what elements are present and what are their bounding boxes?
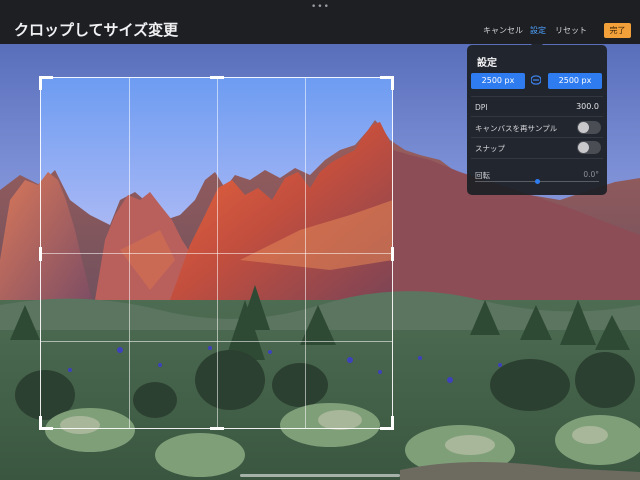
crop-edge-handle-right[interactable]	[391, 247, 394, 261]
link-aspect-icon[interactable]	[531, 74, 541, 86]
dpi-label: DPI	[475, 103, 488, 112]
toggle-knob	[578, 142, 589, 153]
toggle-knob	[578, 122, 589, 133]
crop-frame[interactable]	[39, 76, 394, 430]
popover-title: 設定	[477, 58, 497, 69]
divider	[471, 137, 603, 138]
settings-popover: 設定 2500 px 2500 px DPI 300.0 キャンバスを再サンプル…	[467, 45, 607, 195]
divider	[471, 158, 603, 159]
top-bar: ••• クロップしてサイズ変更 キャンセル 設定 リセット 完了	[0, 0, 640, 44]
dpi-input[interactable]: 300.0	[559, 102, 599, 111]
crop-grid-line	[41, 253, 392, 254]
height-field[interactable]: 2500 px	[548, 73, 602, 89]
crop-corner-handle-bottom-right[interactable]	[391, 416, 394, 430]
crop-grid-line	[41, 341, 392, 342]
rotation-value: 0.0°	[583, 170, 599, 179]
rotation-label: 回転	[475, 171, 490, 180]
resample-toggle[interactable]	[577, 121, 601, 134]
settings-button[interactable]: 設定	[530, 25, 546, 36]
crop-edge-handle-left[interactable]	[39, 247, 42, 261]
crop-corner-handle-bottom-left[interactable]	[39, 416, 42, 430]
divider	[471, 116, 603, 117]
rotation-slider-handle[interactable]	[535, 179, 540, 184]
reset-button[interactable]: リセット	[555, 25, 587, 36]
divider	[471, 96, 603, 97]
page-title: クロップしてサイズ変更	[14, 21, 179, 39]
resample-label: キャンバスを再サンプル	[475, 124, 558, 133]
width-field[interactable]: 2500 px	[471, 73, 525, 89]
done-button[interactable]: 完了	[604, 23, 631, 38]
crop-edge-handle-bottom[interactable]	[210, 427, 224, 430]
crop-edge-handle-top[interactable]	[210, 76, 224, 79]
more-menu-icon[interactable]: •••	[311, 2, 330, 12]
home-indicator	[240, 474, 400, 477]
cancel-button[interactable]: キャンセル	[483, 25, 523, 36]
snap-toggle[interactable]	[577, 141, 601, 154]
crop-corner-handle-top-left[interactable]	[39, 76, 42, 90]
crop-corner-handle-top-right[interactable]	[391, 76, 394, 90]
snap-label: スナップ	[475, 144, 505, 153]
